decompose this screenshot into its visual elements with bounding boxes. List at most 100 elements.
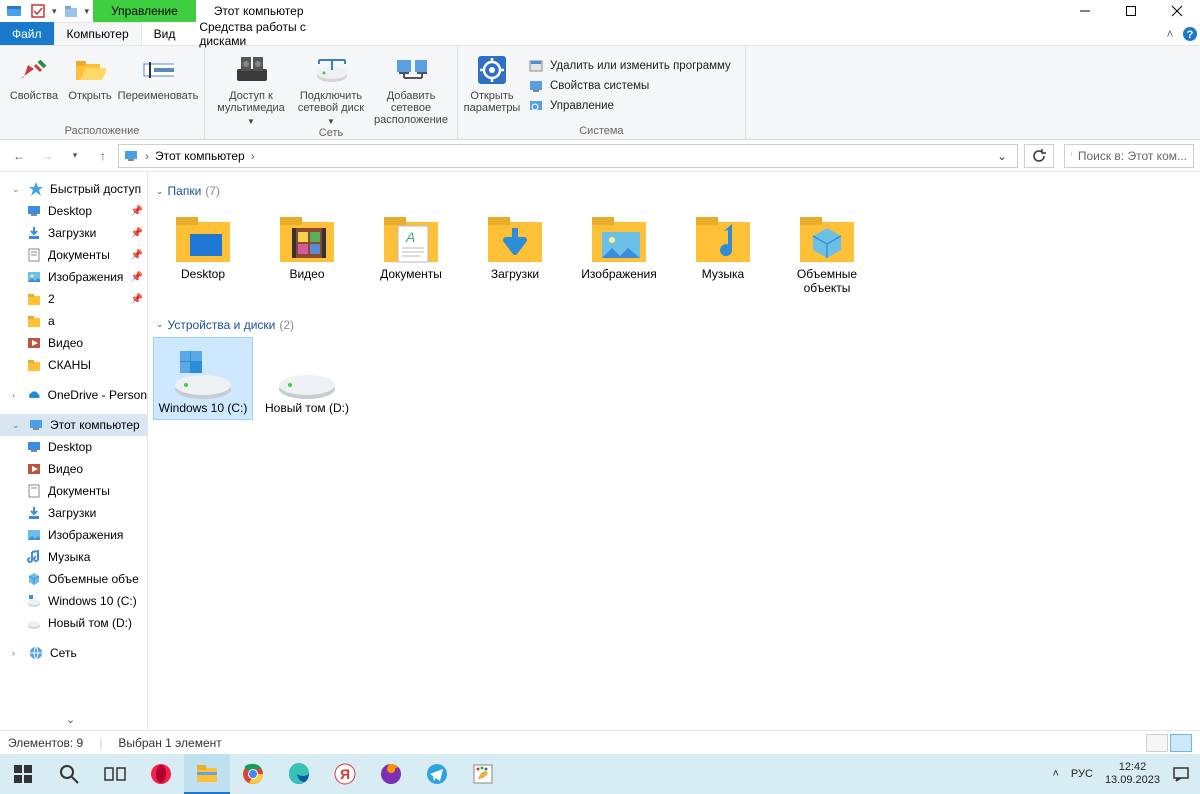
back-button[interactable]: ← [6, 143, 32, 169]
manage-link[interactable]: Управление [528, 98, 731, 114]
tree-video[interactable]: Видео [0, 332, 147, 354]
tree-pc-c-drive[interactable]: Windows 10 (C:) [0, 590, 147, 612]
tree-quick-access[interactable]: ⌄ Быстрый доступ [0, 178, 147, 200]
add-net-location-button[interactable]: Добавить сетевое расположение [371, 48, 451, 127]
status-item-count: Элементов: 9 [8, 736, 83, 750]
item-desktop[interactable]: Desktop [154, 204, 252, 300]
tree-pc-music[interactable]: Музыка [0, 546, 147, 568]
properties-button[interactable]: Свойства [6, 48, 62, 123]
section-folders[interactable]: ⌄ Папки (7) [156, 184, 1194, 198]
item-documents[interactable]: A Документы [362, 204, 460, 300]
icons-view-button[interactable] [1170, 734, 1192, 752]
qat-dropdown[interactable]: ▾ [85, 6, 90, 17]
taskbar-opera[interactable] [138, 754, 184, 794]
breadcrumb-sep-2[interactable]: › [251, 149, 255, 163]
tree-pc-video[interactable]: Видео [0, 458, 147, 480]
taskbar-telegram[interactable] [414, 754, 460, 794]
open-settings-button[interactable]: Открыть параметры [464, 48, 520, 123]
taskbar-edge[interactable] [276, 754, 322, 794]
tree-pc-desktop[interactable]: Desktop [0, 436, 147, 458]
close-button[interactable] [1154, 0, 1200, 22]
ribbon-collapse-button[interactable]: ˄ [1160, 22, 1180, 45]
tree-pc-pictures[interactable]: Изображения [0, 524, 147, 546]
help-button[interactable]: ? [1180, 22, 1200, 45]
tree-downloads[interactable]: Загрузки📌 [0, 222, 147, 244]
action-center-icon[interactable] [1172, 765, 1190, 783]
rename-button[interactable]: Переименовать [118, 48, 198, 123]
tab-file[interactable]: Файл [0, 22, 54, 45]
ribbon-tabs: Файл Компьютер Вид Средства работы с дис… [0, 22, 1200, 46]
system-link-list: Удалить или изменить программу Свойства … [520, 48, 739, 123]
tree-pc-3dobjects[interactable]: Объемные объе [0, 568, 147, 590]
open-button[interactable]: Открыть [62, 48, 118, 123]
minimize-button[interactable] [1062, 0, 1108, 22]
item-drive-c[interactable]: Windows 10 (C:) [154, 338, 252, 420]
tab-view[interactable]: Вид [142, 22, 188, 45]
item-3d-objects[interactable]: Объемные объекты [778, 204, 876, 300]
refresh-button[interactable] [1024, 144, 1054, 168]
media-access-button[interactable]: Доступ к мультимедиа▼ [211, 48, 291, 127]
content-pane[interactable]: ⌄ Папки (7) Desktop Видео A Документы За… [148, 172, 1200, 730]
tab-disk-tools[interactable]: Средства работы с дисками [187, 22, 331, 45]
tree-pc-downloads[interactable]: Загрузки [0, 502, 147, 524]
forward-button[interactable]: → [34, 143, 60, 169]
tray-clock[interactable]: 12:42 13.09.2023 [1105, 761, 1160, 786]
up-button[interactable]: ↑ [90, 143, 116, 169]
app-icon[interactable] [4, 1, 24, 21]
tab-computer[interactable]: Компьютер [54, 22, 142, 45]
section-drives[interactable]: ⌄ Устройства и диски (2) [156, 318, 1194, 332]
address-bar[interactable]: › Этот компьютер › ⌄ [118, 144, 1018, 168]
tree-scroll-indicator[interactable]: ⌄ [66, 713, 75, 726]
drive-items: Windows 10 (C:) Новый том (D:) [154, 338, 1194, 420]
item-downloads[interactable]: Загрузки [466, 204, 564, 300]
tray-lang[interactable]: РУС [1071, 768, 1093, 780]
tree-network[interactable]: › Сеть [0, 642, 147, 664]
pin-icon: 📌 [131, 272, 143, 283]
navigation-tree[interactable]: ⌄ Быстрый доступ Desktop📌 Загрузки📌 Доку… [0, 172, 148, 730]
breadcrumb-this-pc[interactable]: Этот компьютер [155, 149, 245, 163]
tree-documents[interactable]: Документы📌 [0, 244, 147, 266]
tree-pc-d-drive[interactable]: Новый том (D:) [0, 612, 147, 634]
tree-onedrive[interactable]: › OneDrive - Person [0, 384, 147, 406]
uninstall-programs-link[interactable]: Удалить или изменить программу [528, 58, 731, 74]
item-video[interactable]: Видео [258, 204, 356, 300]
taskbar-explorer[interactable] [184, 754, 230, 794]
address-dropdown[interactable]: ⌄ [991, 149, 1013, 163]
tree-folder-2[interactable]: 2📌 [0, 288, 147, 310]
pin-icon: 📌 [131, 206, 143, 217]
qat-divider: ▾ [52, 6, 57, 17]
taskbar-paint[interactable] [460, 754, 506, 794]
maximize-button[interactable] [1108, 0, 1154, 22]
item-drive-d[interactable]: Новый том (D:) [258, 338, 356, 420]
details-view-button[interactable] [1146, 734, 1168, 752]
system-properties-link[interactable]: Свойства системы [528, 78, 731, 94]
recent-dropdown[interactable]: ▾ [62, 143, 88, 169]
map-drive-button[interactable]: Подключить сетевой диск▼ [291, 48, 371, 127]
item-pictures[interactable]: Изображения [570, 204, 668, 300]
pin-icon: 📌 [131, 294, 143, 305]
search-button[interactable] [46, 754, 92, 794]
tree-pictures[interactable]: Изображения📌 [0, 266, 147, 288]
qat-properties-button[interactable] [28, 1, 48, 21]
status-bar: Элементов: 9 | Выбран 1 элемент [0, 730, 1200, 754]
tree-scans[interactable]: СКАНЫ [0, 354, 147, 376]
start-button[interactable] [0, 754, 46, 794]
breadcrumb-sep[interactable]: › [145, 149, 149, 163]
taskbar-yandex[interactable]: Я [322, 754, 368, 794]
window-title: Этот компьютер [196, 0, 1062, 22]
tree-pc-documents[interactable]: Документы [0, 480, 147, 502]
taskbar[interactable]: Я ˄ РУС 12:42 13.09.2023 [0, 754, 1200, 794]
tray-overflow-icon[interactable]: ˄ [1052, 768, 1058, 780]
tree-folder-a[interactable]: a [0, 310, 147, 332]
system-tray[interactable]: ˄ РУС 12:42 13.09.2023 [1052, 761, 1200, 786]
tree-this-pc[interactable]: ⌄ Этот компьютер [0, 414, 147, 436]
tree-desktop[interactable]: Desktop📌 [0, 200, 147, 222]
pin-icon: 📌 [131, 228, 143, 239]
task-view-button[interactable] [92, 754, 138, 794]
map-drive-label: Подключить сетевой диск [291, 90, 371, 114]
qat-new-folder-button[interactable] [61, 1, 81, 21]
search-input[interactable]: Поиск в: Этот ком... [1064, 144, 1194, 168]
taskbar-firefox[interactable] [368, 754, 414, 794]
taskbar-chrome[interactable] [230, 754, 276, 794]
item-music[interactable]: Музыка [674, 204, 772, 300]
